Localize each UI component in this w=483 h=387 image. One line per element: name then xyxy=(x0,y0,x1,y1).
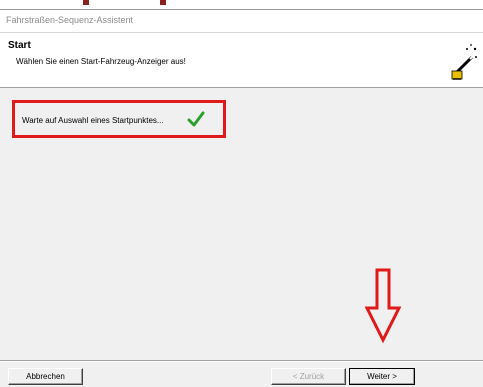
button-bar-divider xyxy=(0,360,483,362)
page-subtitle: Wählen Sie einen Start-Fahrzeug-Anzeiger… xyxy=(16,57,186,66)
next-button-label: Weiter > xyxy=(367,372,397,381)
wizard-wand-icon xyxy=(451,44,477,80)
down-arrow-annotation xyxy=(365,268,401,344)
back-button-label: < Zurück xyxy=(292,372,325,381)
checkmark-icon xyxy=(187,111,205,127)
next-button[interactable]: Weiter > xyxy=(349,368,415,385)
back-button[interactable]: < Zurück xyxy=(271,368,346,385)
top-marker-right xyxy=(160,0,166,5)
page-title: Start xyxy=(8,40,31,51)
wizard-header: Start Wählen Sie einen Start-Fahrzeug-An… xyxy=(0,33,483,88)
status-text: Warte auf Auswahl eines Startpunktes... xyxy=(22,116,164,125)
window-title: Fahrstraßen-Sequenz-Assistent xyxy=(6,15,134,25)
cancel-button-label: Abbrechen xyxy=(26,372,65,381)
top-strip xyxy=(0,0,483,10)
cancel-button[interactable]: Abbrechen xyxy=(8,368,83,385)
top-marker-left xyxy=(83,0,89,5)
title-bar: Fahrstraßen-Sequenz-Assistent xyxy=(0,10,483,33)
